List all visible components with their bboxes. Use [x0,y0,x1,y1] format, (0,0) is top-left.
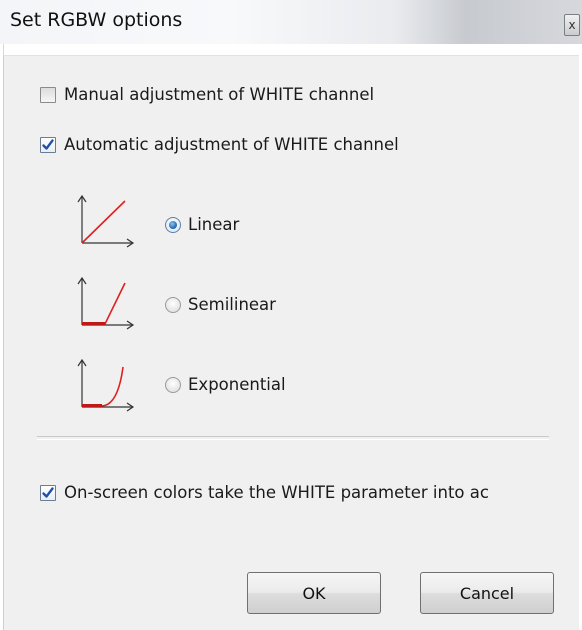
linear-curve-icon [77,194,135,248]
checkmark-icon [42,486,54,498]
automatic-adjustment-option[interactable]: Automatic adjustment of WHITE channel [40,135,399,154]
ok-button[interactable]: OK [247,572,381,614]
checkmark-icon [42,138,54,150]
semilinear-curve-icon [77,276,135,330]
rgbw-options-dialog: Set RGBW options x Manual adjustment of … [0,0,582,630]
window-title: Set RGBW options [10,9,183,31]
semilinear-label: Semilinear [188,295,276,314]
on-screen-colors-option[interactable]: On-screen colors take the WHITE paramete… [40,483,489,502]
automatic-adjustment-checkbox[interactable] [40,136,56,153]
separator [37,436,549,440]
close-icon: x [568,18,576,32]
manual-adjustment-checkbox[interactable] [40,86,56,103]
linear-label: Linear [188,215,240,234]
exponential-radio[interactable] [165,376,181,393]
semilinear-radio[interactable] [165,296,181,313]
manual-adjustment-option[interactable]: Manual adjustment of WHITE channel [40,85,374,104]
exponential-curve-icon [77,358,135,412]
manual-adjustment-label: Manual adjustment of WHITE channel [64,85,375,104]
exponential-label: Exponential [188,375,286,394]
semilinear-option[interactable]: Semilinear [165,295,276,314]
linear-option[interactable]: Linear [165,215,239,234]
linear-radio[interactable] [165,216,181,233]
exponential-option[interactable]: Exponential [165,375,286,394]
cancel-button[interactable]: Cancel [420,572,554,614]
on-screen-colors-label: On-screen colors take the WHITE paramete… [64,483,489,502]
on-screen-colors-checkbox[interactable] [40,484,56,501]
title-bar[interactable]: Set RGBW options x [0,0,582,44]
close-button[interactable]: x [564,14,580,36]
automatic-adjustment-label: Automatic adjustment of WHITE channel [64,135,399,154]
